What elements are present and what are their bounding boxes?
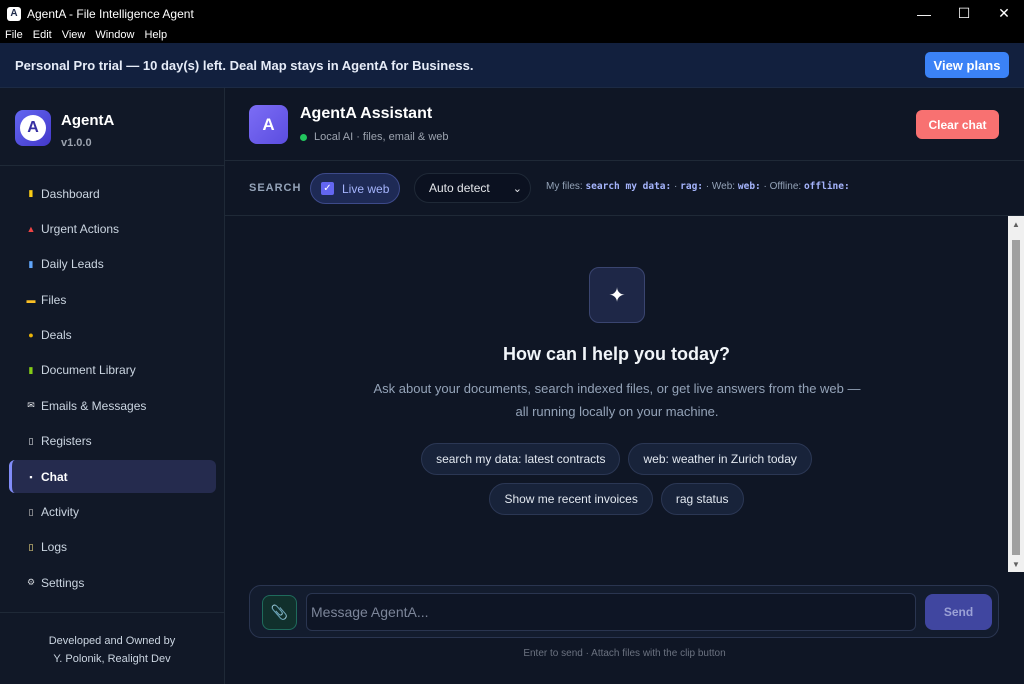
speech-bubble-icon: ▪ xyxy=(29,471,33,482)
sidebar-item-dashboard[interactable]: ▮ Dashboard xyxy=(9,177,216,210)
search-options-bar: SEARCH ✓ Live web Auto detect ⌄ My files… xyxy=(225,161,1024,216)
sidebar-nav: ▮ Dashboard ▲ Urgent Actions ▮ Daily Lea… xyxy=(9,177,216,602)
sidebar-item-label: Chat xyxy=(41,469,68,484)
chat-panel: A AgentA Assistant Local AI · files, ema… xyxy=(225,88,1024,684)
sidebar-item-emails-messages[interactable]: ✉ Emails & Messages xyxy=(9,389,216,422)
chat-header: A AgentA Assistant Local AI · files, ema… xyxy=(225,88,1024,161)
chevron-down-icon: ⌄ xyxy=(512,183,522,195)
view-plans-button[interactable]: View plans xyxy=(925,52,1009,78)
envelope-icon: ✉ xyxy=(27,400,35,411)
menu-view[interactable]: View xyxy=(57,29,91,41)
sidebar-item-logs[interactable]: ▯ Logs xyxy=(9,531,216,564)
books-icon: ▮ xyxy=(28,364,34,375)
suggestion-chip[interactable]: web: weather in Zurich today xyxy=(628,443,812,475)
live-web-toggle[interactable]: ✓ Live web xyxy=(310,173,400,204)
gear-icon: ⚙ xyxy=(26,577,36,588)
footer-line-2: Y. Polonik, Realight Dev xyxy=(53,653,171,665)
search-label: SEARCH xyxy=(249,182,302,194)
sidebar: A AgentA v1.0.0 ▮ Dashboard ▲ Urgent Act… xyxy=(0,88,225,684)
scroll-icon: ▯ xyxy=(28,541,34,552)
sidebar-item-label: Registers xyxy=(41,434,92,449)
menu-file[interactable]: File xyxy=(0,29,28,41)
menu-help[interactable]: Help xyxy=(139,29,172,41)
app-icon: A xyxy=(7,6,21,21)
search-command-hints: My files: search my data: · rag: · Web: … xyxy=(546,181,850,192)
sidebar-item-label: Dashboard xyxy=(41,186,100,201)
empty-state-title: How can I help you today? xyxy=(502,344,731,364)
assistant-avatar: A xyxy=(249,105,288,144)
sidebar-item-daily-leads[interactable]: ▮ Daily Leads xyxy=(9,248,216,281)
siren-icon: ▲ xyxy=(26,223,36,234)
window-titlebar: A AgentA - File Intelligence Agent — ☐ ✕ xyxy=(0,0,1024,27)
search-mode-value: Auto detect xyxy=(429,181,490,195)
sidebar-item-label: Document Library xyxy=(41,363,136,378)
assistant-name: AgentA Assistant xyxy=(300,105,433,122)
brand-version: v1.0.0 xyxy=(61,137,92,149)
brand-name: AgentA xyxy=(61,112,115,129)
sidebar-item-label: Urgent Actions xyxy=(41,221,120,236)
suggestion-chips: search my data: latest contracts web: we… xyxy=(225,443,1008,523)
ledger-icon: ▯ xyxy=(28,435,34,446)
folder-icon: ▬ xyxy=(26,294,36,305)
assistant-status-text: Local AI · files, email & web xyxy=(314,131,449,143)
minimize-button[interactable]: — xyxy=(904,0,944,27)
close-button[interactable]: ✕ xyxy=(984,0,1024,27)
sparkle-icon: ✦ xyxy=(589,267,645,323)
sidebar-item-label: Settings xyxy=(41,575,85,590)
sidebar-item-label: Daily Leads xyxy=(41,257,104,272)
sidebar-item-document-library[interactable]: ▮ Document Library xyxy=(9,354,216,387)
sidebar-item-activity[interactable]: ▯ Activity xyxy=(9,496,216,529)
scroll-down-arrow-icon[interactable]: ▼ xyxy=(1008,556,1024,572)
suggestion-chip[interactable]: rag status xyxy=(660,483,744,515)
message-input[interactable] xyxy=(306,593,916,631)
suggestion-chip[interactable]: search my data: latest contracts xyxy=(421,443,621,475)
suggestion-chip[interactable]: Show me recent invoices xyxy=(489,483,653,515)
sidebar-item-files[interactable]: ▬ Files xyxy=(9,283,216,316)
sidebar-item-label: Files xyxy=(41,292,67,307)
checkbox-checked-icon[interactable]: ✓ xyxy=(321,182,334,195)
sidebar-item-label: Emails & Messages xyxy=(41,398,147,413)
chat-messages-area: ✦ How can I help you today? Ask about yo… xyxy=(225,216,1008,572)
sidebar-footer-divider xyxy=(0,612,224,613)
menu-window[interactable]: Window xyxy=(90,29,139,41)
brand-logo-icon: A xyxy=(15,110,51,146)
footer-line-1: Developed and Owned by xyxy=(48,635,176,647)
trend-chart-icon: ▮ xyxy=(28,258,34,269)
assistant-status: Local AI · files, email & web xyxy=(300,131,449,143)
brand: A AgentA v1.0.0 xyxy=(15,110,114,149)
chat-scrollbar[interactable]: ▲ ▼ xyxy=(1008,216,1024,572)
window-title: AgentA - File Intelligence Agent xyxy=(27,6,194,21)
sidebar-item-label: Activity xyxy=(41,505,80,520)
clipboard-icon: ▯ xyxy=(28,506,34,517)
sidebar-item-settings[interactable]: ⚙ Settings xyxy=(9,566,216,599)
scroll-up-arrow-icon[interactable]: ▲ xyxy=(1008,216,1024,232)
message-composer: 📎 Send xyxy=(249,585,999,638)
send-button[interactable]: Send xyxy=(925,594,992,630)
sidebar-footer: Developed and Owned by Y. Polonik, Reali… xyxy=(0,632,224,668)
sidebar-item-label: Logs xyxy=(41,540,68,555)
search-mode-select[interactable]: Auto detect ⌄ xyxy=(414,173,531,203)
scrollbar-thumb[interactable] xyxy=(1012,240,1020,555)
trial-banner: Personal Pro trial — 10 day(s) left. Dea… xyxy=(0,43,1024,88)
menu-bar: File Edit View Window Help xyxy=(0,27,1024,43)
live-web-label: Live web xyxy=(342,181,390,196)
composer-hint: Enter to send · Attach files with the cl… xyxy=(523,648,726,659)
menu-edit[interactable]: Edit xyxy=(28,29,57,41)
online-status-icon xyxy=(300,133,307,141)
sidebar-item-label: Deals xyxy=(41,328,72,343)
window-controls: — ☐ ✕ xyxy=(904,0,1024,27)
sidebar-item-registers[interactable]: ▯ Registers xyxy=(9,425,216,458)
trial-banner-text: Personal Pro trial — 10 day(s) left. Dea… xyxy=(15,57,474,73)
bar-chart-icon: ▮ xyxy=(28,188,34,198)
sidebar-item-urgent-actions[interactable]: ▲ Urgent Actions xyxy=(9,212,216,245)
coin-icon: ● xyxy=(28,330,34,341)
sidebar-item-chat[interactable]: ▪ Chat xyxy=(9,460,216,494)
maximize-button[interactable]: ☐ xyxy=(944,0,984,27)
paperclip-icon[interactable]: 📎 xyxy=(262,595,297,630)
sidebar-divider xyxy=(0,165,224,166)
clear-chat-button[interactable]: Clear chat xyxy=(916,110,999,139)
sidebar-item-deals[interactable]: ● Deals xyxy=(9,319,216,352)
empty-state-description: Ask about your documents, search indexed… xyxy=(373,381,861,419)
